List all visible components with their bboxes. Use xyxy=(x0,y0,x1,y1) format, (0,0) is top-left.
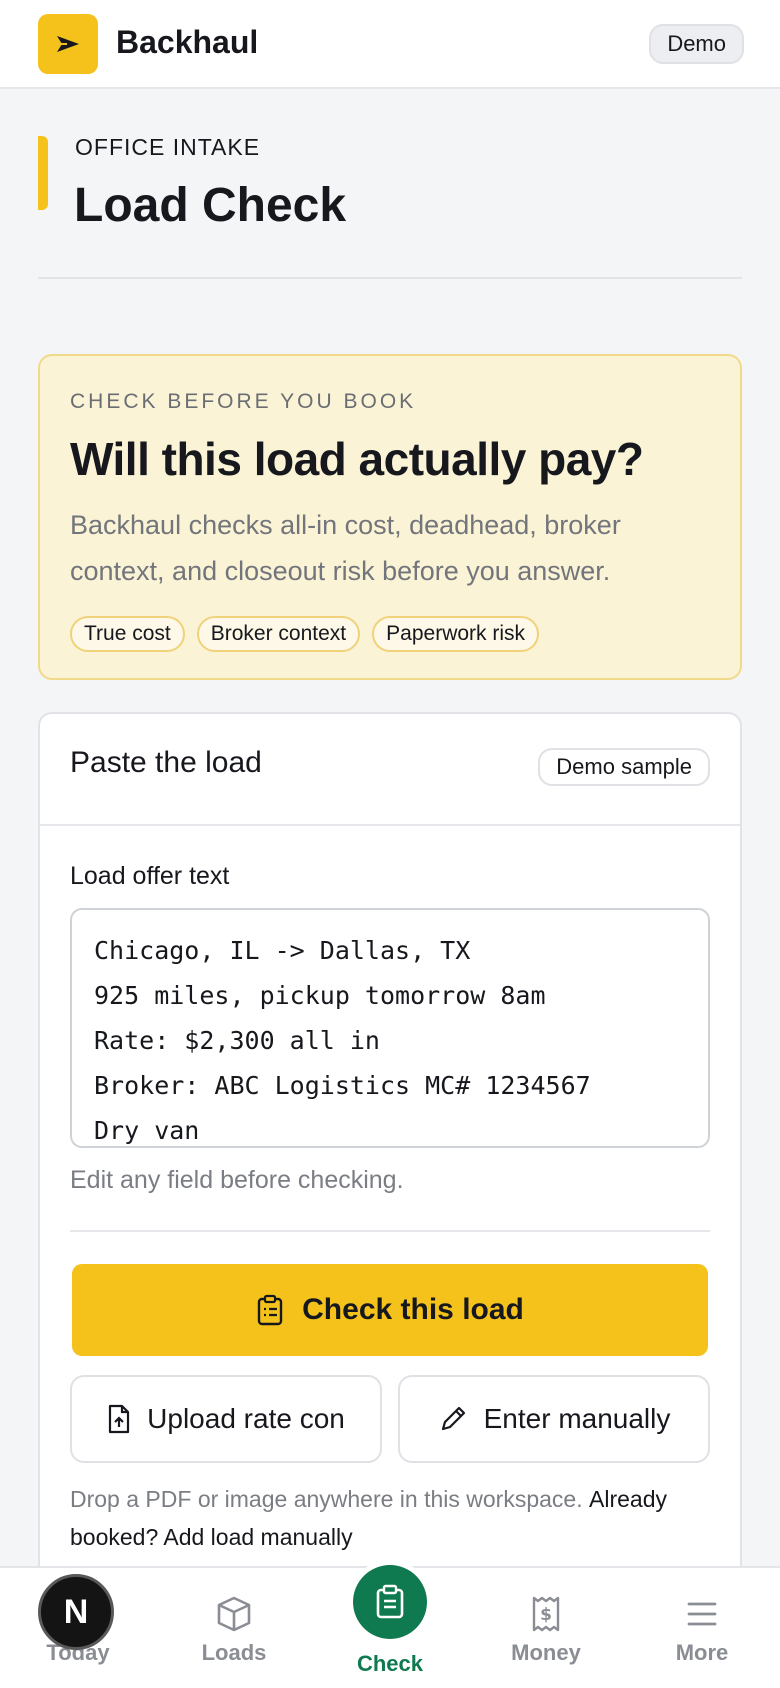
drop-hint-text: Drop a PDF or image anywhere in this wor… xyxy=(70,1486,583,1512)
clipboard-icon xyxy=(257,1294,283,1326)
load-offer-label: Load offer text xyxy=(70,862,230,890)
clipboard-icon xyxy=(376,1584,404,1619)
arrow-plane-icon xyxy=(57,36,79,52)
nav-more[interactable]: More xyxy=(642,1568,762,1688)
receipt-dollar-icon: $ xyxy=(532,1596,560,1632)
svg-text:$: $ xyxy=(540,1605,552,1625)
file-upload-icon xyxy=(109,1404,130,1434)
hero-kicker: CHECK BEFORE YOU BOOK xyxy=(70,390,417,413)
divider xyxy=(38,277,742,279)
demo-sample-button[interactable]: Demo sample xyxy=(538,748,710,786)
nav-loads-label: Loads xyxy=(201,1640,267,1665)
divider xyxy=(70,1230,710,1232)
brand-name: Backhaul xyxy=(116,24,259,60)
drop-footnote: Drop a PDF or image anywhere in this wor… xyxy=(70,1480,710,1556)
app-header: Backhaul Demo xyxy=(0,0,780,89)
paste-load-card: Paste the load Demo sample Load offer te… xyxy=(38,712,742,1688)
nav-money-label: Money xyxy=(511,1640,581,1665)
nav-more-label: More xyxy=(675,1640,729,1665)
heading-accent-bar xyxy=(38,136,48,210)
chip-true-cost: True cost xyxy=(70,616,185,652)
box-icon xyxy=(217,1596,251,1632)
nav-check-label: Check xyxy=(356,1651,424,1676)
nav-money[interactable]: $ Money xyxy=(486,1568,606,1688)
check-load-label: Check this load xyxy=(302,1293,524,1326)
avatar[interactable]: N xyxy=(38,1574,114,1650)
nav-loads[interactable]: Loads xyxy=(174,1568,294,1688)
pencil-icon xyxy=(441,1406,465,1431)
menu-icon xyxy=(687,1602,717,1626)
app-logo[interactable] xyxy=(38,14,98,74)
hero-card: CHECK BEFORE YOU BOOK Will this load act… xyxy=(38,354,742,680)
chip-paperwork-risk: Paperwork risk xyxy=(372,616,540,652)
page-title: Load Check xyxy=(74,179,347,232)
nav-check[interactable] xyxy=(353,1565,427,1639)
page-eyebrow: OFFICE INTAKE xyxy=(75,134,261,160)
enter-manually-label: Enter manually xyxy=(483,1403,671,1434)
hero-title: Will this load actually pay? xyxy=(70,433,644,485)
load-offer-textarea[interactable]: Chicago, IL -> Dallas, TX 925 miles, pic… xyxy=(70,908,710,1148)
chip-broker-context: Broker context xyxy=(196,616,361,652)
demo-badge[interactable]: Demo xyxy=(649,24,744,64)
card-title: Paste the load xyxy=(70,746,262,779)
feature-chips: True cost Broker context Paperwork risk xyxy=(70,616,540,652)
enter-manually-button[interactable]: Enter manually xyxy=(398,1375,710,1463)
check-load-button[interactable]: Check this load xyxy=(72,1264,708,1356)
hero-body: Backhaul checks all-in cost, deadhead, b… xyxy=(70,510,621,586)
upload-rate-con-button[interactable]: Upload rate con xyxy=(70,1375,382,1463)
upload-rate-con-label: Upload rate con xyxy=(147,1403,345,1434)
field-hint: Edit any field before checking. xyxy=(70,1166,404,1194)
card-header: Paste the load Demo sample xyxy=(40,714,740,826)
